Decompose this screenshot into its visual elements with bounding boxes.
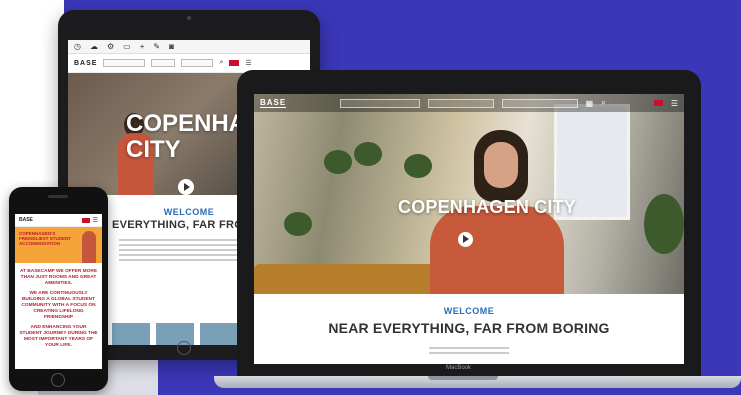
brand-logo[interactable]: BASE <box>74 60 97 67</box>
play-button[interactable] <box>458 232 473 247</box>
phone-intro-text: AT BASECAMP WE OFFER MORE THAN JUST ROOM… <box>15 263 102 349</box>
flag-icon[interactable] <box>653 100 663 106</box>
device-label: MacBook <box>446 365 472 371</box>
flag-icon[interactable] <box>229 60 240 66</box>
phone-screen: BASE ☰ COPENHAGEN'S FRIENDLIEST STUDENT … <box>15 214 102 369</box>
check-out-select[interactable] <box>501 98 578 108</box>
location-select[interactable] <box>340 98 420 108</box>
intro-paragraph: AND ENHANCING YOUR STUDENT JOURNEY DURIN… <box>19 325 98 348</box>
cloud-icon[interactable]: ☁ <box>90 42 98 51</box>
pencil-icon[interactable]: ✎ <box>153 42 160 51</box>
banner-person <box>82 231 96 263</box>
welcome-heading: WELCOME <box>443 306 495 316</box>
camera-icon[interactable]: ◙ <box>169 42 174 51</box>
check-in-select[interactable] <box>427 98 494 108</box>
laptop-site-nav: BASE ▦ ⌕ ☰ <box>254 94 684 112</box>
plant <box>404 154 432 178</box>
play-button[interactable] <box>178 179 194 195</box>
tagline: NEAR EVERYTHING, FAR FROM BORING <box>328 320 610 336</box>
tablet-home-button[interactable] <box>177 341 191 355</box>
brand-logo[interactable]: BASE <box>260 98 287 108</box>
thumbnail[interactable] <box>112 323 150 345</box>
plant <box>644 194 684 254</box>
presenter <box>430 206 564 294</box>
banner-title: COPENHAGEN'S FRIENDLIEST STUDENT ACCOMMO… <box>19 231 72 246</box>
phone-promo-banner[interactable]: COPENHAGEN'S FRIENDLIEST STUDENT ACCOMMO… <box>15 227 102 263</box>
search-icon[interactable]: ⌕ <box>219 59 223 67</box>
menu-icon[interactable]: ☰ <box>93 217 98 224</box>
menu-icon[interactable]: ☰ <box>245 59 251 67</box>
gallery-thumbnails <box>112 323 238 345</box>
comment-icon[interactable]: ▭ <box>123 42 131 51</box>
intro-paragraph: AT BASECAMP WE OFFER MORE THAN JUST ROOM… <box>19 269 98 286</box>
laptop-base <box>214 376 741 388</box>
hero-title: COPENHAGEN CITY <box>398 197 577 217</box>
flag-icon[interactable] <box>81 217 90 223</box>
clock-icon[interactable]: ◷ <box>74 42 81 51</box>
laptop-screen: COPENHAGEN CITY BASE ▦ ⌕ ☰ WELCOME NEAR … <box>254 94 684 364</box>
intro-paragraph: WE ARE CONTINUOUSLY BUILDING A GLOBAL ST… <box>21 291 96 320</box>
tablet-camera <box>187 16 191 20</box>
intro-paragraph <box>429 344 509 357</box>
date-select-2[interactable] <box>181 59 214 67</box>
plus-icon[interactable]: + <box>140 42 145 51</box>
search-icon[interactable]: ⌕ <box>601 98 605 108</box>
laptop-device: COPENHAGEN CITY BASE ▦ ⌕ ☰ WELCOME NEAR … <box>237 70 701 378</box>
presenter-face <box>484 142 518 188</box>
plant <box>354 142 382 166</box>
plant <box>324 150 352 174</box>
thumbnail[interactable] <box>200 323 238 345</box>
plant <box>284 212 312 236</box>
tablet-browser-toolbar: ◷ ☁ ⚙ ▭ + ✎ ◙ <box>68 40 310 54</box>
date-select[interactable] <box>151 59 176 67</box>
laptop-hero-video[interactable]: COPENHAGEN CITY <box>254 94 684 294</box>
phone-site-nav: BASE ☰ <box>15 214 102 227</box>
gear-icon[interactable]: ⚙ <box>107 42 114 51</box>
phone-speaker <box>48 195 68 198</box>
menu-icon[interactable]: ☰ <box>671 99 678 108</box>
location-select[interactable] <box>103 59 146 67</box>
phone-home-button[interactable] <box>51 373 65 387</box>
laptop-notch <box>428 376 498 380</box>
phone-device: BASE ☰ COPENHAGEN'S FRIENDLIEST STUDENT … <box>9 187 108 391</box>
brand-logo[interactable]: BASE <box>19 217 33 223</box>
calendar-icon[interactable]: ▦ <box>586 99 594 108</box>
